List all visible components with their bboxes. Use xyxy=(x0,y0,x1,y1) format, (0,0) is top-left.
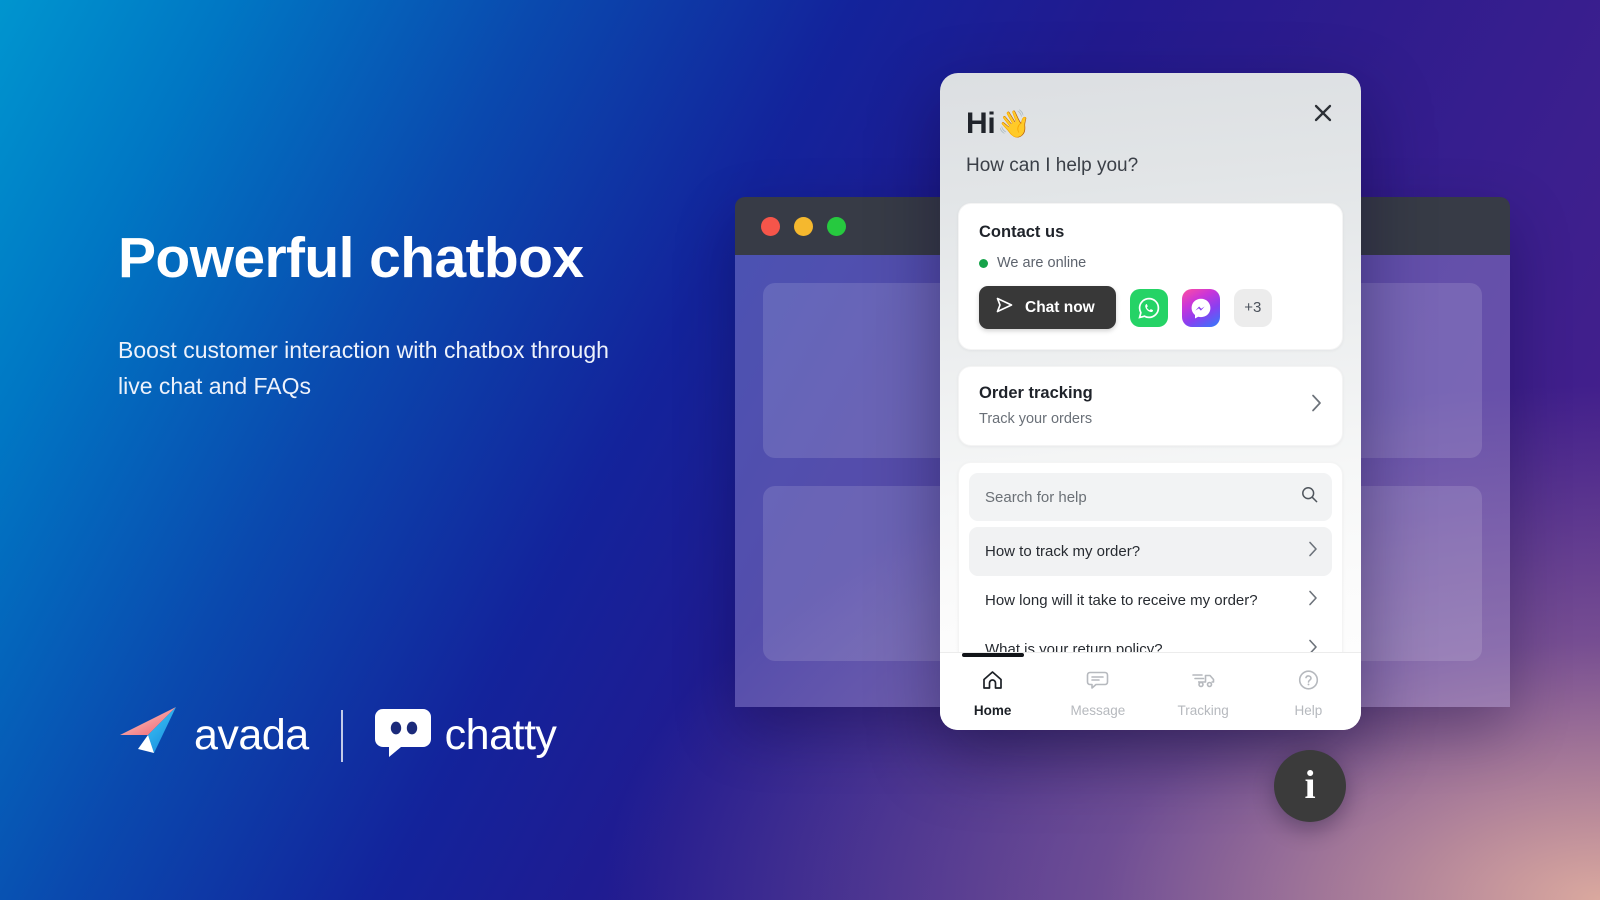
send-icon xyxy=(996,297,1013,318)
page-title: Powerful chatbox xyxy=(118,226,584,290)
traffic-light-minimize-icon[interactable] xyxy=(794,216,813,236)
greeting-subtitle: How can I help you? xyxy=(966,155,1139,176)
hero-subtitle: Boost customer interaction with chatbox … xyxy=(118,336,609,400)
faq-item-label: How long will it take to receive my orde… xyxy=(985,592,1258,609)
truck-icon xyxy=(1191,669,1216,696)
search-box[interactable] xyxy=(969,473,1332,521)
faq-item[interactable]: How to track my order? xyxy=(969,527,1332,576)
nav-item-label: Message xyxy=(1070,702,1126,718)
order-tracking-card[interactable]: Order tracking Track your orders xyxy=(958,366,1343,446)
promo-banner: Powerful chatbox Boost customer interact… xyxy=(0,0,1600,900)
nav-item-home[interactable]: Home xyxy=(940,656,1045,730)
avada-wordmark: avada xyxy=(194,711,309,759)
search-input[interactable] xyxy=(985,488,1269,506)
order-tracking-texts: Order tracking Track your orders xyxy=(979,384,1093,427)
status-badge: We are online xyxy=(997,255,1087,271)
greeting-heading: Hi 👋 xyxy=(966,107,1335,141)
help-faq-card: How to track my order? How long will it … xyxy=(958,462,1343,652)
faq-item[interactable]: What is your return policy? xyxy=(969,625,1332,652)
chatty-logo: chatty xyxy=(374,707,557,764)
nav-item-help[interactable]: Help xyxy=(1256,656,1361,730)
info-icon[interactable]: i xyxy=(1274,750,1346,822)
chat-now-button[interactable]: Chat now xyxy=(979,286,1116,329)
order-tracking-title: Order tracking xyxy=(979,384,1093,402)
nav-item-label: Home xyxy=(973,702,1012,718)
chatty-wordmark: chatty xyxy=(444,711,557,759)
message-icon xyxy=(1086,669,1109,696)
nav-item-message[interactable]: Message xyxy=(1045,656,1150,730)
chevron-right-icon xyxy=(1308,541,1318,562)
paper-plane-icon xyxy=(118,705,180,766)
chat-widget-header: Hi 👋 How can I help you? xyxy=(940,73,1361,183)
contact-us-title: Contact us xyxy=(979,223,1065,241)
speech-bubble-face-icon xyxy=(374,707,431,764)
waving-hand-icon: 👋 xyxy=(997,109,1031,139)
online-status: We are online xyxy=(979,255,1322,271)
nav-item-tracking[interactable]: Tracking xyxy=(1151,656,1256,730)
close-icon[interactable] xyxy=(1309,99,1337,127)
hero-copy: Powerful chatbox Boost customer interact… xyxy=(118,226,738,405)
faq-item-label: How to track my order? xyxy=(985,543,1141,560)
home-icon xyxy=(981,669,1004,696)
faq-item-label: What is your return policy? xyxy=(985,641,1163,652)
channel-row: Chat now +3 xyxy=(979,286,1322,329)
more-channels-button[interactable]: +3 xyxy=(1233,288,1272,327)
info-glyph: i xyxy=(1304,761,1316,807)
question-circle-icon xyxy=(1297,669,1320,696)
chat-widget: Hi 👋 How can I help you? Contact us We a… xyxy=(940,73,1361,730)
search-icon[interactable] xyxy=(1301,486,1318,508)
traffic-light-maximize-icon[interactable] xyxy=(827,216,846,236)
logo-divider xyxy=(340,709,343,762)
messenger-icon[interactable] xyxy=(1181,288,1220,327)
nav-item-label: Tracking xyxy=(1177,702,1229,718)
contact-us-card: Contact us We are online Chat now +3 xyxy=(958,203,1343,350)
status-dot-icon xyxy=(979,258,988,268)
chat-widget-body: Contact us We are online Chat now +3 Ord… xyxy=(940,183,1361,652)
whatsapp-icon[interactable] xyxy=(1129,288,1168,327)
chat-now-label: Chat now xyxy=(1025,298,1095,316)
faq-item[interactable]: How long will it take to receive my orde… xyxy=(969,576,1332,625)
greeting-text: Hi xyxy=(966,107,996,140)
chevron-right-icon xyxy=(1308,639,1318,652)
chevron-right-icon xyxy=(1311,394,1322,417)
chat-widget-nav: Home Message Tracking Help xyxy=(940,652,1361,730)
order-tracking-subtitle: Track your orders xyxy=(979,411,1093,427)
chevron-right-icon xyxy=(1308,590,1318,611)
avada-logo: avada xyxy=(118,705,309,766)
traffic-light-close-icon[interactable] xyxy=(761,216,780,236)
nav-item-label: Help xyxy=(1294,702,1323,718)
brand-logos: avada chatty xyxy=(118,705,557,766)
